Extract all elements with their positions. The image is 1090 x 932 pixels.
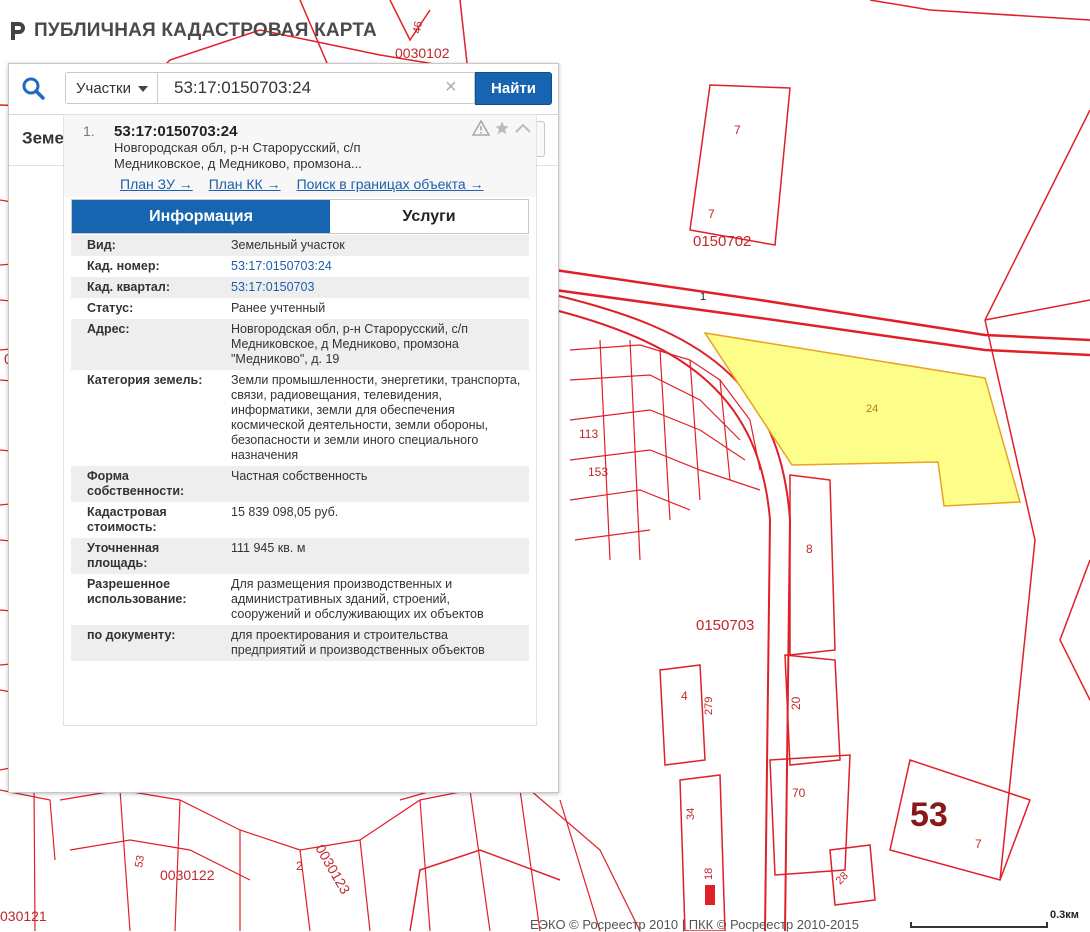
info-row-key: Адрес: bbox=[71, 319, 221, 370]
map-label-0030123: 0030123 bbox=[312, 842, 353, 897]
search-bounds-link[interactable]: Поиск в границах объекта → bbox=[297, 176, 484, 192]
map-label-parcel-24: 24 bbox=[866, 403, 878, 415]
map-label-34: 34 bbox=[685, 808, 697, 820]
map-label-53-bottom: 53 bbox=[133, 854, 147, 868]
search-bar: Участки × Найти bbox=[9, 64, 558, 115]
map-label-70: 70 bbox=[792, 786, 806, 800]
info-row: Адрес: Новгородская обл, р-н Старорусский… bbox=[71, 319, 529, 370]
info-row-key: Кадастровая стоимость: bbox=[87, 505, 167, 534]
info-row-value: Земельный участок bbox=[221, 235, 529, 256]
search-type-label: Участки bbox=[76, 79, 131, 97]
clear-icon[interactable]: × bbox=[445, 76, 457, 98]
result-tabs: Информация Услуги bbox=[71, 199, 529, 234]
info-row-value: 111 945 кв. м bbox=[221, 538, 529, 574]
find-button[interactable]: Найти bbox=[475, 72, 552, 105]
map-label-20: 20 bbox=[789, 696, 803, 710]
info-row-value: для проектирования и строительства предп… bbox=[221, 625, 529, 661]
info-row-value[interactable]: 53:17:0150703 bbox=[221, 277, 529, 298]
map-label-parcel-7a: 7 bbox=[734, 123, 741, 137]
info-row: Форма собственности: Частная собственност… bbox=[71, 466, 529, 502]
copyright-text: ЕЭКО © Росреестр 2010 | ПКК © Росреестр … bbox=[530, 917, 859, 932]
brand: ПУБЛИЧНАЯ КАДАСТРОВАЯ КАРТА bbox=[8, 20, 377, 42]
scale-bar bbox=[910, 922, 1048, 928]
info-row-key: Разрешенное использование: bbox=[87, 577, 187, 606]
map-label-0150703: 0150703 bbox=[696, 617, 754, 634]
scale-label: 0.3км bbox=[1050, 909, 1079, 921]
warning-icon[interactable] bbox=[472, 120, 490, 136]
app-title: ПУБЛИЧНАЯ КАДАСТРОВАЯ КАРТА bbox=[34, 20, 377, 41]
search-icon[interactable] bbox=[19, 74, 49, 104]
info-row-value: Новгородская обл, р-н Старорусский, с/п … bbox=[221, 319, 529, 370]
info-row: Кадастровая стоимость: 15 839 098,05 руб. bbox=[71, 502, 529, 538]
tab-information[interactable]: Информация bbox=[72, 200, 330, 233]
info-table: Вид: Земельный участок Кад. номер: 53:17:01… bbox=[71, 235, 529, 661]
result-index: 1. bbox=[83, 123, 95, 139]
plan-zu-link[interactable]: План ЗУ → bbox=[120, 176, 193, 192]
info-row-value: Для размещения производственных и админи… bbox=[231, 577, 484, 621]
map-label-0030102: 0030102 bbox=[395, 45, 450, 61]
map-label-parcel-7b: 7 bbox=[708, 207, 715, 221]
result-cadastral-id[interactable]: 53:17:0150703:24 bbox=[114, 123, 237, 140]
map-label-28: 28 bbox=[834, 870, 851, 887]
result-card-header: 1. 53:17:0150703:24 Новгородская обл, р-… bbox=[64, 115, 536, 197]
info-row: Кад. номер: 53:17:0150703:24 bbox=[71, 256, 529, 277]
map-label-18: 18 bbox=[703, 868, 715, 880]
info-row: Статус: Ранее учтенный bbox=[71, 298, 529, 319]
map-label-parcel-2: 2 bbox=[296, 859, 303, 873]
result-address: Новгородская обл, р-н Старорусский, с/п … bbox=[114, 140, 414, 172]
info-row: Разрешенное использование: Для размещения… bbox=[71, 574, 529, 625]
map-label-region-53: 53 bbox=[910, 796, 948, 834]
map-label-0030122: 0030122 bbox=[160, 867, 215, 883]
map-label-030121: 030121 bbox=[0, 908, 47, 924]
search-type-select[interactable]: Участки bbox=[65, 72, 158, 104]
info-row-key: по документу: bbox=[71, 625, 221, 661]
map-label-153: 153 bbox=[588, 465, 608, 479]
chevron-up-icon[interactable] bbox=[514, 120, 532, 136]
plan-kk-link[interactable]: План КК → bbox=[209, 176, 281, 192]
info-row-key: Кад. квартал: bbox=[71, 277, 221, 298]
info-row-key: Статус: bbox=[87, 301, 134, 315]
tab-services[interactable]: Услуги bbox=[330, 200, 528, 233]
info-row: по документу: для проектирования и строит… bbox=[71, 625, 529, 661]
map-label-46: 46 bbox=[411, 20, 425, 34]
result-links: План ЗУ → План КК → Поиск в границах объ… bbox=[120, 176, 484, 192]
star-icon[interactable] bbox=[493, 120, 511, 136]
result-address-line2: Медниковское, д Медниково, промзона... bbox=[114, 156, 362, 171]
rosreestr-logo-icon bbox=[11, 22, 25, 40]
info-row-key: Категория земель: bbox=[87, 373, 203, 387]
result-card-icons bbox=[472, 120, 532, 136]
map-label-279: 279 bbox=[703, 697, 715, 715]
info-row-value[interactable]: 53:17:0150703:24 bbox=[221, 256, 529, 277]
info-row-value: Ранее учтенный bbox=[231, 301, 326, 315]
search-input[interactable] bbox=[158, 72, 475, 104]
map-label-0150702: 0150702 bbox=[693, 233, 751, 250]
map-label-parcel-8: 8 bbox=[806, 542, 813, 556]
info-row: Кад. квартал: 53:17:0150703 bbox=[71, 277, 529, 298]
info-row: Категория земель: Земли промышленности, э… bbox=[71, 370, 529, 466]
info-row-key: Кад. номер: bbox=[87, 259, 160, 273]
info-row-value: Частная собственность bbox=[221, 466, 529, 502]
info-row-value: 15 839 098,05 руб. bbox=[231, 505, 339, 519]
map-label-parcel-7c: 7 bbox=[975, 837, 982, 851]
map-label-parcel-4: 4 bbox=[681, 689, 688, 703]
info-row-key: Вид: bbox=[71, 235, 221, 256]
result-address-line1: Новгородская обл, р-н Старорусский, с/п bbox=[114, 140, 361, 155]
info-row: Вид: Земельный участок bbox=[71, 235, 529, 256]
info-row-value: Земли промышленности, энергетики, трансп… bbox=[231, 373, 521, 462]
result-card: 1. 53:17:0150703:24 Новгородская обл, р-… bbox=[63, 114, 537, 726]
map-label-113: 113 bbox=[579, 427, 598, 441]
info-row: Уточненная площадь: 111 945 кв. м bbox=[71, 538, 529, 574]
info-row-key: Форма собственности: bbox=[71, 466, 221, 502]
info-row-key: Уточненная площадь: bbox=[71, 538, 221, 574]
map-label-road-1: 1 bbox=[700, 291, 706, 303]
chevron-down-icon bbox=[138, 86, 148, 92]
